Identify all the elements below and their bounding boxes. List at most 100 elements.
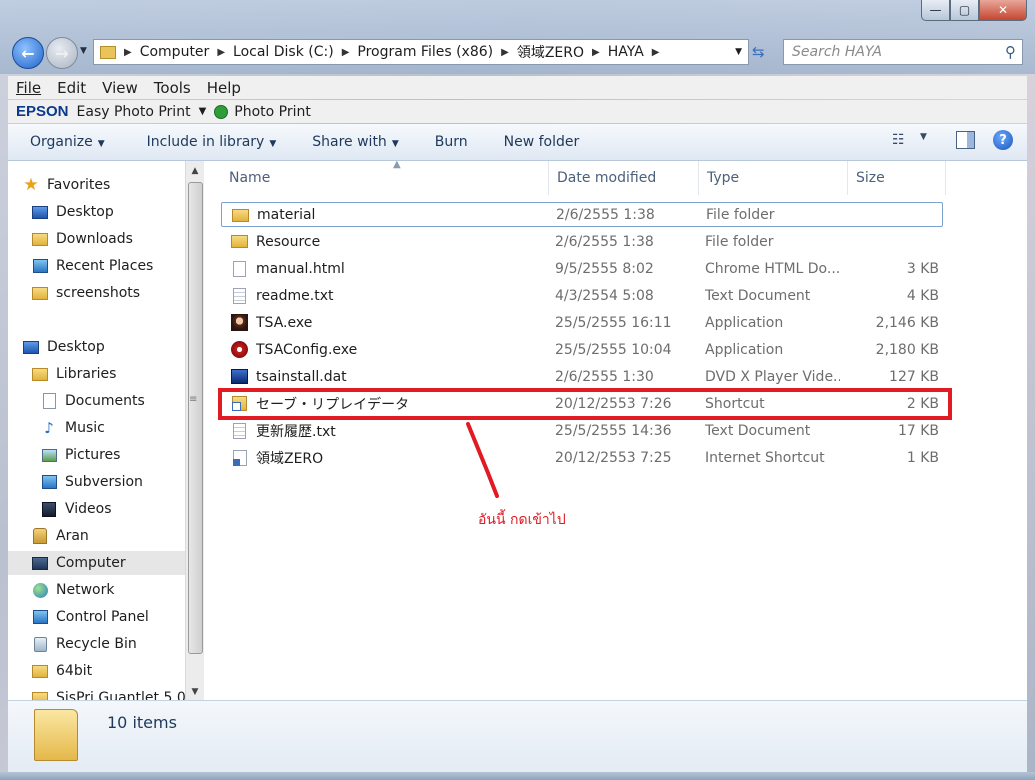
sidebar-item-sispri-guantlet-5-0[interactable]: SisPri Guantlet 5.0 xyxy=(8,686,185,700)
sidebar-item-music[interactable]: ♪ Music xyxy=(8,416,105,440)
sidebar-item-screenshots[interactable]: screenshots xyxy=(8,281,140,305)
menu-edit[interactable]: Edit xyxy=(49,79,94,97)
column-header-name[interactable]: Name ▲ xyxy=(221,159,549,195)
file-row[interactable]: 領域ZERO 20/12/2553 7:25 Internet Shortcut 1 … xyxy=(221,445,943,470)
address-dropdown-icon[interactable]: ▼ xyxy=(735,47,742,57)
address-bar[interactable]: ▶ Computer ▶ Local Disk (C:) ▶ Program F… xyxy=(93,39,749,65)
file-type: Application xyxy=(705,314,784,331)
close-button[interactable]: ✕ xyxy=(979,0,1027,21)
sidebar-item-videos[interactable]: Videos xyxy=(8,497,112,521)
chevron-right-icon[interactable]: ▶ xyxy=(215,47,227,58)
burn-button[interactable]: Burn xyxy=(413,134,482,150)
column-header-type[interactable]: Type xyxy=(699,161,848,195)
arrow-left-icon: ← xyxy=(21,43,35,63)
photo-print-button[interactable]: Photo Print xyxy=(234,104,311,120)
sidebar-item-desktop[interactable]: Desktop xyxy=(8,335,105,359)
sidebar-item-label: Pictures xyxy=(65,447,121,463)
menu-tools[interactable]: Tools xyxy=(146,79,199,97)
help-icon[interactable]: ? xyxy=(993,130,1013,150)
chevron-down-icon[interactable]: ▼ xyxy=(191,106,215,117)
maximize-button[interactable]: ▢ xyxy=(950,0,979,21)
menu-file[interactable]: File xyxy=(8,79,49,97)
dvd-video-icon xyxy=(231,368,248,385)
forward-button[interactable]: → xyxy=(46,37,78,69)
file-size: 127 KB xyxy=(889,368,939,385)
control-panel-icon xyxy=(32,609,48,625)
breadcrumb-computer[interactable]: Computer xyxy=(134,44,216,60)
file-row[interactable]: readme.txt 4/3/2554 5:08 Text Document 4 KB xyxy=(221,283,943,308)
sidebar-item-libraries[interactable]: Libraries xyxy=(8,362,116,386)
file-row[interactable]: TSA.exe 25/5/2555 16:11 Application 2,146 K… xyxy=(221,310,943,335)
chevron-down-icon: ▼ xyxy=(391,139,399,149)
refresh-icon: ⇆ xyxy=(752,43,765,61)
file-row[interactable]: Resource 2/6/2555 1:38 File folder xyxy=(221,229,943,254)
chevron-right-icon[interactable]: ▶ xyxy=(499,47,511,58)
sidebar-item-label: Control Panel xyxy=(56,609,149,625)
sidebar-item-favorites[interactable]: ★ Favorites xyxy=(8,173,110,197)
sidebar-item-subversion[interactable]: Subversion xyxy=(8,470,143,494)
sidebar-item-64bit[interactable]: 64bit xyxy=(8,659,92,683)
recent-pages-dropdown[interactable]: ▼ xyxy=(80,46,87,56)
chevron-down-icon[interactable]: ▼ xyxy=(920,132,938,148)
chevron-right-icon[interactable]: ▶ xyxy=(590,47,602,58)
new-folder-button[interactable]: New folder xyxy=(482,134,594,150)
view-controls: ☷ ▼ ? xyxy=(882,130,1013,150)
sidebar-item-recent-places[interactable]: Recent Places xyxy=(8,254,153,278)
back-button[interactable]: ← xyxy=(12,37,44,69)
refresh-button[interactable]: ⇆ xyxy=(752,43,774,63)
sidebar-item-recycle-bin[interactable]: Recycle Bin xyxy=(8,632,137,656)
file-date: 2/6/2555 1:38 xyxy=(556,206,655,223)
file-row[interactable]: TSAConfig.exe 25/5/2555 10:04 Application 2… xyxy=(221,337,943,362)
chevron-right-icon[interactable]: ▶ xyxy=(650,47,662,58)
sidebar-item-computer[interactable]: Computer xyxy=(8,551,185,575)
file-row[interactable]: tsainstall.dat 2/6/2555 1:30 DVD X Player … xyxy=(221,364,943,389)
column-header-date[interactable]: Date modified xyxy=(549,161,699,195)
title-bar: — ▢ ✕ ← → ▼ ▶ Computer ▶ Local Disk (C:)… xyxy=(0,0,1035,74)
file-type: Text Document xyxy=(705,422,811,439)
search-icon[interactable]: ⚲ xyxy=(1005,43,1016,61)
scroll-thumb[interactable] xyxy=(188,182,203,654)
navigation-scrollbar[interactable]: ▲ ≡ ▼ xyxy=(185,161,204,700)
sidebar-item-control-panel[interactable]: Control Panel xyxy=(8,605,149,629)
sidebar-item-documents[interactable]: Documents xyxy=(8,389,145,413)
share-with-button[interactable]: Share with ▼ xyxy=(290,134,412,150)
breadcrumb-haya[interactable]: HAYA xyxy=(602,44,650,60)
file-date: 25/5/2555 14:36 xyxy=(555,422,672,439)
include-in-library-button[interactable]: Include in library ▼ xyxy=(119,134,291,150)
scroll-down-arrow-icon[interactable]: ▼ xyxy=(186,684,204,700)
chevron-right-icon[interactable]: ▶ xyxy=(340,47,352,58)
epson-toolbar: EPSON Easy Photo Print ▼ Photo Print xyxy=(8,100,1027,123)
easy-photo-print-button[interactable]: Easy Photo Print xyxy=(77,104,191,120)
sidebar-item-desktop[interactable]: Desktop xyxy=(8,200,114,224)
sidebar-item-aran[interactable]: Aran xyxy=(8,524,89,548)
user-folder-icon xyxy=(32,528,48,544)
star-icon: ★ xyxy=(23,175,39,195)
file-row[interactable]: manual.html 9/5/2555 8:02 Chrome HTML Do..… xyxy=(221,256,943,281)
breadcrumb-local-disk[interactable]: Local Disk (C:) xyxy=(227,44,340,60)
breadcrumb-program-files[interactable]: Program Files (x86) xyxy=(351,44,499,60)
folder-icon xyxy=(100,45,116,59)
scroll-up-arrow-icon[interactable]: ▲ xyxy=(186,163,204,179)
file-row[interactable]: material 2/6/2555 1:38 File folder xyxy=(221,202,943,227)
sidebar-item-label: Desktop xyxy=(56,204,114,220)
folder-icon xyxy=(232,207,249,224)
minimize-button[interactable]: — xyxy=(921,0,950,21)
sidebar-item-label: Subversion xyxy=(65,474,143,490)
menu-view[interactable]: View xyxy=(94,79,146,97)
organize-button[interactable]: Organize ▼ xyxy=(8,134,119,150)
navigation-pane: ★ Favorites Desktop Downloads Recent Places s… xyxy=(8,161,185,700)
breadcrumb-ryouiki-zero[interactable]: 領域ZERO xyxy=(511,42,590,62)
status-bar: 10 items xyxy=(8,700,1027,773)
change-view-icon[interactable]: ☷ xyxy=(892,132,910,148)
folder-icon xyxy=(231,233,248,250)
chevron-down-icon: ▼ xyxy=(97,139,105,149)
menu-help[interactable]: Help xyxy=(199,79,249,97)
sidebar-item-pictures[interactable]: Pictures xyxy=(8,443,120,467)
preview-pane-icon[interactable] xyxy=(956,131,975,149)
search-input[interactable]: Search HAYA ⚲ xyxy=(783,39,1023,65)
sidebar-item-downloads[interactable]: Downloads xyxy=(8,227,133,251)
sidebar-item-network[interactable]: Network xyxy=(8,578,114,602)
chevron-right-icon[interactable]: ▶ xyxy=(122,47,134,58)
file-row[interactable]: 更新履歴.txt 25/5/2555 14:36 Text Document 17 K… xyxy=(221,418,943,443)
column-header-size[interactable]: Size xyxy=(848,161,946,195)
